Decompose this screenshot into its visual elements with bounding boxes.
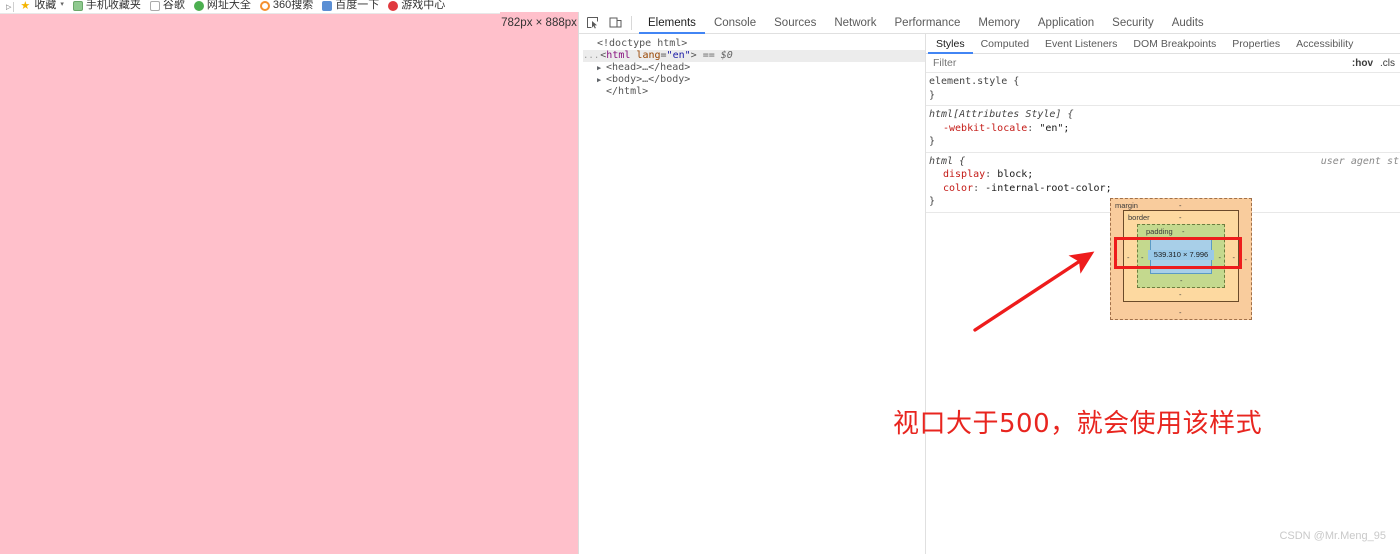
css-value: block; bbox=[997, 169, 1034, 180]
tab-dom-breakpoints[interactable]: DOM Breakpoints bbox=[1125, 34, 1224, 54]
bookmark-divider bbox=[13, 1, 15, 12]
tree-expand-marker[interactable]: ... bbox=[583, 51, 599, 61]
tab-application[interactable]: Application bbox=[1029, 12, 1103, 34]
inspect-element-icon[interactable] bbox=[582, 14, 602, 32]
styles-tabbar: Styles Computed Event Listeners DOM Brea… bbox=[926, 34, 1400, 54]
border-bottom-value[interactable]: - bbox=[1179, 290, 1182, 299]
star-icon: ★ bbox=[20, 0, 31, 12]
bookmark-label: 手机收藏夹 bbox=[85, 0, 141, 11]
tab-properties[interactable]: Properties bbox=[1224, 34, 1288, 54]
padding-bottom-value[interactable]: - bbox=[1180, 276, 1183, 285]
dom-tree-pane[interactable]: <!doctype html> ...<html lang="en"> == $… bbox=[579, 34, 925, 554]
tab-computed[interactable]: Computed bbox=[973, 34, 1037, 54]
device-toolbar-icon[interactable] bbox=[605, 14, 625, 32]
head-node-text: <head>…</head> bbox=[606, 62, 691, 73]
bookmark-label: 谷歌 bbox=[162, 0, 185, 11]
css-property: -webkit-locale bbox=[943, 122, 1028, 134]
dom-node-html-close: </html> bbox=[583, 86, 925, 98]
styles-filter-row: :hov .cls bbox=[926, 54, 1400, 73]
html-attr-value: "en" bbox=[666, 50, 691, 61]
margin-right-value[interactable]: - bbox=[1245, 255, 1248, 264]
css-rule-close: } bbox=[929, 89, 936, 101]
css-selector: element.style { bbox=[929, 76, 1020, 87]
watermark: CSDN @Mr.Meng_95 bbox=[1279, 530, 1386, 542]
tab-console[interactable]: Console bbox=[705, 12, 765, 34]
css-rule-close: } bbox=[929, 136, 936, 147]
css-property: display bbox=[943, 169, 986, 180]
css-value: -internal-root-color; bbox=[985, 182, 1112, 194]
bookmark-label: 游戏中心 bbox=[401, 0, 446, 11]
html-close-text: </html> bbox=[606, 86, 649, 97]
tab-elements[interactable]: Elements bbox=[639, 12, 705, 34]
margin-top-value[interactable]: - bbox=[1179, 201, 1182, 210]
devtools-toolbar: Elements Console Sources Network Perform… bbox=[579, 12, 1400, 34]
styles-filter-input[interactable] bbox=[930, 56, 1344, 70]
tab-audits[interactable]: Audits bbox=[1163, 12, 1213, 34]
bookmark-item-game-center[interactable]: 游戏中心 bbox=[388, 0, 445, 12]
folder-icon bbox=[72, 0, 83, 11]
css-rule-element-style[interactable]: element.style { } bbox=[926, 73, 1400, 106]
viewport-size-badge: 782px × 888px bbox=[500, 12, 578, 34]
css-declaration[interactable]: -webkit-locale: "en"; bbox=[929, 122, 1400, 136]
dom-node-head[interactable]: ▶ <head>…</head> bbox=[583, 62, 925, 74]
tab-event-listeners[interactable]: Event Listeners bbox=[1037, 34, 1125, 54]
force-state-hov-button[interactable]: :hov bbox=[1352, 58, 1373, 69]
tab-sources[interactable]: Sources bbox=[765, 12, 825, 34]
chevron-right-icon[interactable]: ▶ bbox=[597, 62, 606, 74]
body-node-text: <body>…</body> bbox=[606, 74, 691, 85]
tab-network[interactable]: Network bbox=[825, 12, 885, 34]
bookmark-item-google[interactable]: 谷歌 bbox=[149, 0, 185, 12]
tab-styles[interactable]: Styles bbox=[928, 34, 973, 54]
box-model-border-label: border bbox=[1128, 213, 1150, 222]
margin-bottom-value[interactable]: - bbox=[1179, 308, 1182, 317]
bookmark-label: 网址大全 bbox=[206, 0, 251, 11]
tab-memory[interactable]: Memory bbox=[969, 12, 1029, 34]
bookmark-label: 收藏 bbox=[34, 0, 57, 11]
bookmark-item-baidu[interactable]: 百度一下 bbox=[322, 0, 379, 12]
css-declaration[interactable]: display: block; bbox=[929, 168, 1400, 182]
bookmark-label: 百度一下 bbox=[335, 0, 380, 11]
content-box-highlight-annotation bbox=[1114, 237, 1242, 269]
square-icon bbox=[149, 0, 160, 11]
box-model-padding-label: padding bbox=[1146, 227, 1173, 236]
box-model-margin-label: margin bbox=[1115, 201, 1138, 210]
css-value: "en"; bbox=[1039, 122, 1070, 134]
tab-performance[interactable]: Performance bbox=[886, 12, 970, 34]
css-origin-label: user agent st bbox=[1320, 155, 1399, 167]
css-declaration[interactable]: color: -internal-root-color; bbox=[929, 182, 1400, 196]
html-attr-name: lang bbox=[636, 50, 661, 61]
css-rule-attributes-style[interactable]: html[Attributes Style] { -webkit-locale:… bbox=[926, 106, 1400, 153]
screenshot-root: ▷ ★ 收藏 ▾ 手机收藏夹 谷歌 网址大全 360搜索 百度一下 游戏中心 7… bbox=[0, 0, 1400, 554]
tab-security[interactable]: Security bbox=[1103, 12, 1163, 34]
green-dot-icon bbox=[193, 0, 204, 11]
doctype-text: <!doctype html> bbox=[597, 38, 688, 49]
css-property: color bbox=[943, 182, 974, 194]
bookmark-label: 360搜索 bbox=[272, 0, 314, 11]
html-tag-name: html bbox=[606, 50, 631, 61]
chevron-down-icon[interactable]: ▾ bbox=[60, 0, 64, 12]
red-arrow-icon bbox=[973, 251, 1095, 332]
css-selector: html[Attributes Style] { bbox=[929, 109, 1074, 120]
dom-node-html[interactable]: ...<html lang="en"> == $0 bbox=[583, 50, 925, 62]
bookmark-item-hao123[interactable]: 网址大全 bbox=[193, 0, 251, 12]
annotation-text: 视口大于500，就会使用该样式 bbox=[893, 409, 1263, 439]
orange-ring-icon bbox=[259, 0, 270, 11]
tab-accessibility[interactable]: Accessibility bbox=[1288, 34, 1361, 54]
bookmark-item-360-search[interactable]: 360搜索 bbox=[259, 0, 314, 12]
selected-node-marker: == $0 bbox=[702, 50, 733, 61]
blue-square-icon bbox=[322, 0, 333, 11]
red-circle-icon bbox=[388, 0, 399, 11]
chevron-right-icon[interactable]: ▶ bbox=[597, 74, 606, 86]
bookmark-item-mobile-favorites[interactable]: 手机收藏夹 bbox=[72, 0, 141, 12]
bookmark-item-favorites[interactable]: ★ 收藏 ▾ bbox=[20, 0, 64, 12]
page-viewport bbox=[0, 14, 578, 554]
padding-top-value[interactable]: - bbox=[1182, 227, 1185, 236]
element-classes-button[interactable]: .cls bbox=[1380, 58, 1395, 69]
bookmark-overflow-icon[interactable]: ▷ bbox=[6, 3, 11, 11]
toolbar-divider bbox=[631, 15, 632, 30]
border-top-value[interactable]: - bbox=[1179, 213, 1182, 222]
dom-node-doctype[interactable]: <!doctype html> bbox=[583, 38, 925, 50]
dom-node-body[interactable]: ▶ <body>…</body> bbox=[583, 74, 925, 86]
